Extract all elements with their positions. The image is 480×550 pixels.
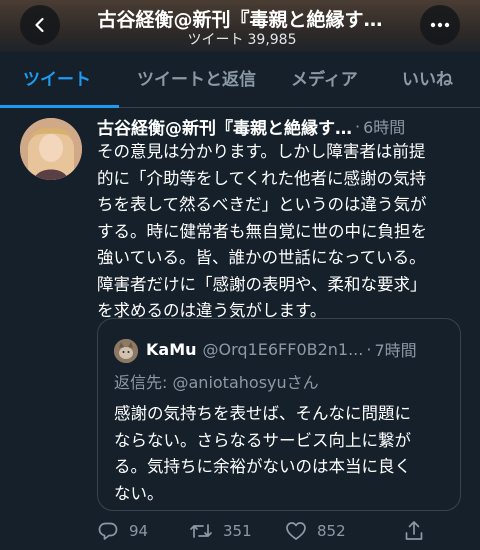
quoted-line: ならない。さらなるサービス向上に繋が xyxy=(114,430,411,450)
quoted-tweet-time: 7時間 xyxy=(374,341,417,360)
quoted-tweet[interactable]: KaMu @Orq1E6FF0B2n1... · 7時間 返信先: @aniot… xyxy=(97,318,461,511)
quoted-line: る。気持ちに余裕がないのは本当に良く xyxy=(114,457,411,476)
quoted-line: ない。 xyxy=(114,483,164,503)
share-icon xyxy=(405,521,423,540)
active-tab-indicator xyxy=(0,105,119,108)
reply-icon xyxy=(98,522,118,540)
more-dots-icon xyxy=(430,22,450,28)
tweets-label: ツイート xyxy=(187,32,244,48)
retweet-icon xyxy=(190,524,212,538)
tweet-line: 強いている。皆、誰かの世話になっている。 xyxy=(97,248,426,267)
author-avatar[interactable] xyxy=(20,118,82,180)
quoted-tweet-text: 感謝の気持ちを表せば、そんなに問題に ならない。さらなるサービス向上に繋が る。… xyxy=(114,401,454,507)
author-name[interactable]: 古谷経衡@新刊『毒親と絶縁す… xyxy=(97,114,352,139)
more-button[interactable] xyxy=(420,5,460,45)
tweet-line: する。時に健常者も無自覚に世の中に負担を xyxy=(97,221,427,241)
header-title: 古谷経衡@新刊『毒親と絶縁す… xyxy=(97,9,383,31)
retweet-count: 351 xyxy=(223,522,252,540)
reply-button[interactable]: 94 xyxy=(97,520,148,542)
tab-likes[interactable]: いいね xyxy=(402,52,453,108)
like-button[interactable]: 852 xyxy=(285,520,346,542)
reply-prefix: 返信先: xyxy=(114,373,168,392)
quoted-tweet-header: KaMu @Orq1E6FF0B2n1... · 7時間 xyxy=(146,337,446,361)
reply-mention[interactable]: @aniotahosyu xyxy=(173,373,287,392)
reply-count: 94 xyxy=(129,522,149,540)
quoted-author-avatar xyxy=(114,339,138,363)
profile-header: 古谷経衡@新刊『毒親と絶縁す… ツイート 39,985 xyxy=(0,0,480,52)
tweet-line: ちを表して然るべきだ」というのは違う気が xyxy=(97,195,427,214)
chevron-left-icon xyxy=(35,17,44,33)
back-button[interactable] xyxy=(20,5,60,45)
share-button[interactable] xyxy=(403,520,435,542)
tweet-line: 障害者だけに「感謝の表明や、柔和な要求」 xyxy=(97,274,427,294)
avatar-portrait xyxy=(20,118,82,180)
like-count: 852 xyxy=(317,522,346,540)
retweet-button[interactable]: 351 xyxy=(189,520,252,542)
tweet-actions: 94 351 852 xyxy=(97,520,467,546)
tab-tweets-and-replies[interactable]: ツイートと返信 xyxy=(137,52,256,108)
tweets-count: 39,985 xyxy=(247,32,297,48)
tab-media[interactable]: メディア xyxy=(291,52,358,108)
reply-context: 返信先: @aniotahosyuさん xyxy=(114,369,319,393)
separator-dot: · xyxy=(366,339,372,359)
cat-avatar-image xyxy=(114,339,138,363)
heart-icon xyxy=(286,522,306,540)
separator-dot: · xyxy=(355,116,361,136)
tweet-line: その意見は分かります。しかし障害者は前提 xyxy=(97,142,426,161)
tweet-time[interactable]: 6時間 xyxy=(363,114,405,138)
reply-suffix: さん xyxy=(286,373,319,392)
quoted-line: 感謝の気持ちを表せば、そんなに問題に xyxy=(114,404,411,423)
quoted-author-handle: @Orq1E6FF0B2n1... xyxy=(202,339,364,359)
quoted-author-name: KaMu xyxy=(146,339,197,359)
tab-tweets[interactable]: ツイート xyxy=(23,52,91,108)
tweet-line: 的に「介助等をしてくれた他者に感謝の気持 xyxy=(97,168,427,188)
header-tweet-count: ツイート 39,985 xyxy=(80,29,400,49)
tweet-header: 古谷経衡@新刊『毒親と絶縁す… · 6時間 xyxy=(97,113,467,139)
tweet-text: その意見は分かります。しかし障害者は前提 的に「介助等をしてくれた他者に感謝の気… xyxy=(97,139,469,325)
profile-tabs: ツイート ツイートと返信 メディア いいね xyxy=(0,52,480,108)
